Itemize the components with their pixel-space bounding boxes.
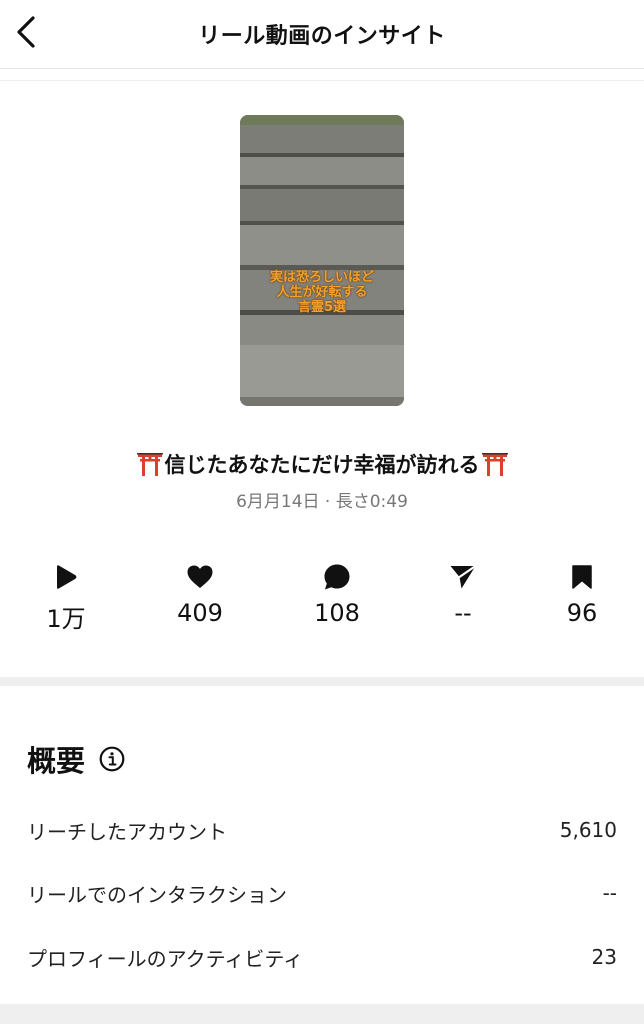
- video-meta: 6月月14日 · 長さ0:49: [236, 492, 408, 512]
- stat-likes[interactable]: 409: [150, 563, 250, 627]
- plays-count: 1万: [46, 605, 86, 633]
- stone-steps-image: [240, 115, 404, 406]
- metric-value: 23: [591, 945, 617, 969]
- divider: [0, 80, 644, 81]
- bookmark-icon: [572, 565, 592, 589]
- stat-shares[interactable]: --: [413, 563, 513, 627]
- torii-icon: [481, 453, 508, 476]
- metric-label: リーチしたアカウント: [27, 819, 227, 844]
- metric-label: プロフィールのアクティビティ: [27, 946, 304, 971]
- metric-label: リールでのインタラクション: [27, 882, 287, 907]
- stats-row: 1万 409 108 -- 96: [0, 563, 644, 633]
- share-icon: [450, 564, 477, 589]
- comments-count: 108: [314, 599, 360, 627]
- overview-title: 概要: [27, 744, 86, 778]
- video-title: 信じたあなたにだけ幸福が訪れる: [0, 449, 644, 479]
- saves-count: 96: [566, 599, 598, 627]
- top-bar: リール動画のインサイト: [0, 0, 644, 69]
- stat-saves[interactable]: 96: [532, 563, 632, 627]
- metric-value: 5,610: [559, 818, 617, 842]
- stat-comments[interactable]: 108: [287, 563, 387, 627]
- video-title-text: 信じたあなたにだけ幸福が訪れる: [164, 453, 480, 477]
- likes-count: 409: [177, 599, 223, 627]
- play-icon: [57, 565, 77, 589]
- metric-row-interactions[interactable]: リールでのインタラクション --: [27, 878, 617, 908]
- thumbnail-caption: 実は恐ろしいほど 人生が好転する 言霊5選: [269, 270, 374, 315]
- metric-row-reach[interactable]: リーチしたアカウント 5,610: [27, 815, 617, 845]
- overview-heading: 概要: [27, 738, 125, 780]
- info-icon[interactable]: [99, 746, 125, 772]
- stat-plays[interactable]: 1万: [16, 563, 116, 634]
- section-divider: [0, 1004, 644, 1024]
- comment-icon: [324, 564, 350, 590]
- metric-value: --: [602, 881, 617, 905]
- reel-thumbnail[interactable]: 実は恐ろしいほど 人生が好転する 言霊5選: [240, 115, 404, 406]
- shares-count: --: [454, 599, 472, 627]
- heart-icon: [187, 565, 213, 588]
- torii-icon: [136, 453, 163, 476]
- page-title: リール動画のインサイト: [198, 24, 446, 49]
- metric-row-profile-activity[interactable]: プロフィールのアクティビティ 23: [27, 942, 617, 972]
- section-divider: [0, 677, 644, 686]
